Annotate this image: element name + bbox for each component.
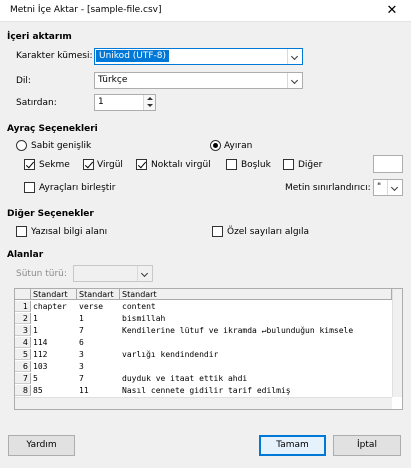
cell-content: Kendilerine lütuf ve ikramda ↵bulunduğun…: [122, 326, 354, 335]
row-number[interactable]: 4: [15, 337, 31, 348]
from-row-spinner[interactable]: 1: [94, 94, 156, 111]
fields-header: Alanlar: [7, 250, 44, 260]
from-row-value: 1: [98, 97, 104, 107]
row-number[interactable]: 8: [15, 385, 31, 396]
window-title: Metni İçe Aktar - [sample-file.csv]: [10, 5, 162, 15]
comma-label: Virgül: [97, 160, 123, 170]
from-row-label: Satırdan:: [16, 98, 57, 108]
other-separator-input[interactable]: [373, 155, 403, 173]
cell-verse: 11: [79, 386, 89, 395]
tab-label: Sekme: [39, 160, 70, 170]
chevron-down-icon: [287, 73, 302, 88]
cell-chapter: 1: [33, 326, 38, 335]
title-bar: Metni İçe Aktar - [sample-file.csv] ✕: [0, 0, 411, 22]
other-label: Diğer: [298, 160, 323, 170]
row-number[interactable]: 6: [15, 361, 31, 372]
cell-content: content: [122, 302, 156, 311]
comma-checkbox[interactable]: [83, 159, 94, 170]
vertical-scrollbar[interactable]: [392, 289, 402, 397]
ok-button[interactable]: Tamam: [259, 435, 326, 456]
space-checkbox[interactable]: [226, 159, 237, 170]
text-delimiter-select[interactable]: ": [373, 179, 403, 196]
cell-chapter: 112: [33, 350, 48, 359]
cell-chapter: chapter: [33, 302, 67, 311]
cell-verse: 7: [79, 326, 84, 335]
help-button[interactable]: Yardım: [8, 435, 75, 456]
language-select[interactable]: Türkçe: [94, 72, 303, 89]
tab-checkbox[interactable]: [24, 159, 35, 170]
cell-chapter: 114: [33, 338, 48, 347]
charset-label: Karakter kümesi:: [16, 51, 93, 61]
column-type-select[interactable]: [73, 265, 153, 282]
cell-chapter: 5: [33, 374, 38, 383]
language-value: Türkçe: [98, 75, 128, 85]
quoted-as-text-checkbox[interactable]: [16, 226, 27, 237]
cell-chapter: 103: [33, 362, 48, 371]
preview-grid[interactable]: Standart Standart Standart 1 chapter verse…: [14, 288, 403, 410]
separated-radio[interactable]: [210, 140, 221, 151]
cell-verse: 3: [79, 350, 84, 359]
cell-verse: verse: [79, 302, 104, 311]
cell-chapter: 1: [33, 314, 38, 323]
fixed-width-label: Sabit genişlik: [31, 141, 92, 151]
cell-content: duyduk ve itaat ettik ahdi: [122, 374, 248, 383]
row-number[interactable]: 5: [15, 349, 31, 360]
charset-select[interactable]: Unikod (UTF-8): [94, 48, 303, 65]
other-checkbox[interactable]: [283, 159, 294, 170]
space-label: Boşluk: [241, 160, 271, 170]
cell-verse: 3: [79, 362, 84, 371]
row-number[interactable]: 7: [15, 373, 31, 384]
text-delimiter-value: ": [377, 182, 382, 192]
spin-down-icon[interactable]: [143, 102, 155, 110]
import-header: İçeri aktarım: [7, 32, 72, 42]
fixed-width-radio[interactable]: [16, 140, 27, 151]
cell-content: bismillah: [122, 314, 166, 323]
chevron-down-icon: [387, 180, 402, 195]
horizontal-scrollbar[interactable]: [15, 397, 392, 409]
language-label: Dil:: [16, 76, 31, 86]
cell-verse: 1: [79, 314, 84, 323]
semicolon-checkbox[interactable]: [136, 159, 147, 170]
separated-label: Ayıran: [224, 141, 253, 151]
other-options-header: Diğer Seçenekler: [7, 209, 94, 219]
cell-content: [120, 361, 392, 372]
row-number[interactable]: 2: [15, 313, 31, 324]
cancel-button[interactable]: İptal: [333, 435, 401, 456]
column-header[interactable]: Standart: [77, 289, 120, 300]
cell-verse: 7: [79, 374, 84, 383]
merge-delimiters-label: Ayraçları birleştir: [39, 183, 116, 193]
column-type-label: Sütun türü:: [16, 269, 67, 279]
column-header[interactable]: Standart: [120, 289, 392, 300]
cell-verse: 6: [79, 338, 84, 347]
semicolon-label: Noktalı virgül: [151, 160, 211, 170]
chevron-down-icon: [137, 266, 152, 281]
row-number[interactable]: 1: [15, 301, 31, 312]
charset-value: Unikod (UTF-8): [96, 50, 170, 62]
chevron-down-icon: [287, 49, 302, 64]
column-header[interactable]: Standart: [31, 289, 77, 300]
close-icon[interactable]: ✕: [380, 2, 404, 20]
detect-special-numbers-label: Özel sayıları algıla: [227, 227, 310, 237]
cell-content: Nasıl cennete gidilir tarif edilmiş: [122, 386, 291, 395]
quoted-as-text-label: Yazısal bilgi alanı: [31, 227, 108, 237]
merge-delimiters-checkbox[interactable]: [24, 182, 35, 193]
separator-header: Ayraç Seçenekleri: [7, 124, 98, 134]
cell-chapter: 85: [33, 386, 43, 395]
row-number[interactable]: 3: [15, 325, 31, 336]
detect-special-numbers-checkbox[interactable]: [212, 226, 223, 237]
cell-content: varlığı kendindendir: [122, 350, 219, 359]
text-delimiter-label: Metin sınırlandırıcı:: [285, 183, 371, 193]
cell-content: [120, 337, 392, 348]
grid-corner: [15, 289, 31, 300]
